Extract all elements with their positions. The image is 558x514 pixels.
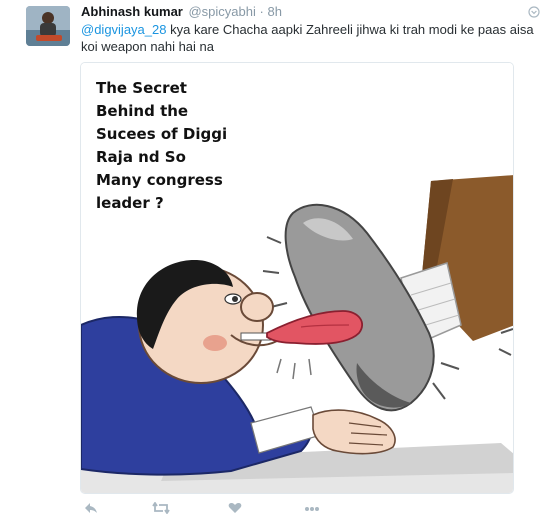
tweet-actions [80,500,540,514]
tweet: Abhinash kumar @spicyabhi · 8h @digvijay… [0,0,558,514]
image-caption: The Secret Behind the Sucees of Diggi Ra… [96,79,228,212]
more-icon[interactable] [304,502,320,514]
author-name[interactable]: Abhinash kumar [81,4,183,19]
mention-link[interactable]: @digvijaya_28 [81,22,166,37]
reply-icon[interactable] [84,502,98,514]
separator: · [259,4,264,19]
chevron-down-icon[interactable] [528,6,540,18]
avatar[interactable] [26,6,70,46]
timestamp[interactable]: 8h [267,4,281,19]
retweet-icon[interactable] [152,501,170,514]
heart-icon[interactable] [228,502,242,514]
tweet-header: Abhinash kumar @spicyabhi · 8h [81,4,282,20]
author-handle[interactable]: @spicyabhi [188,4,255,19]
tweet-text: @digvijaya_28 kya kare Chacha aapki Zahr… [81,21,551,55]
tweet-media[interactable]: The Secret Behind the Sucees of Diggi Ra… [80,62,514,494]
